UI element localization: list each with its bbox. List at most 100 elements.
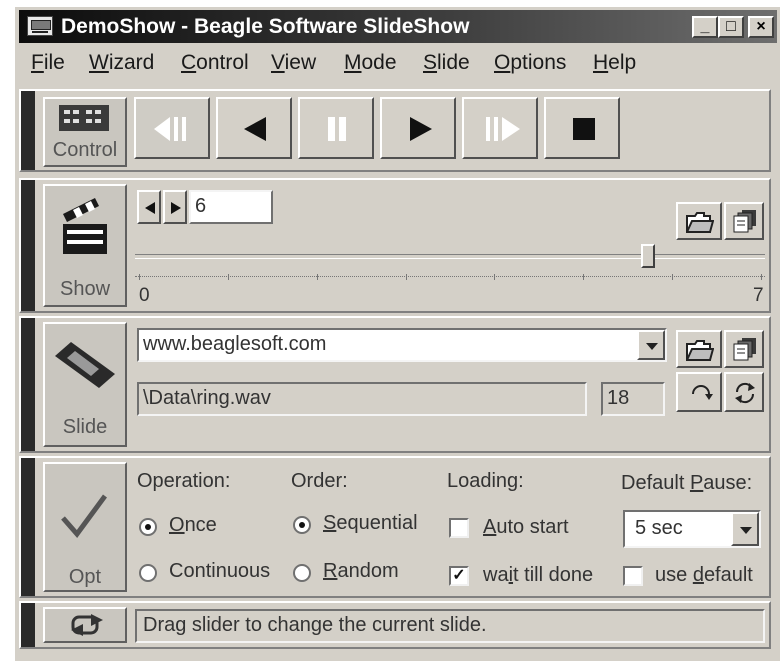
menu-control[interactable]: Control <box>181 51 249 75</box>
previous-button[interactable] <box>216 97 292 159</box>
play-button[interactable] <box>380 97 456 159</box>
menu-options-accel: O <box>494 51 511 74</box>
auto-start-rest: uto start <box>496 516 569 538</box>
first-slide-icon <box>154 117 186 141</box>
menu-wizard[interactable]: Wizard <box>89 51 154 75</box>
order-sequential-label: Sequential <box>323 512 418 535</box>
menu-file-label: ile <box>43 51 65 74</box>
control-label: Control <box>52 139 118 161</box>
slider-tick <box>317 274 318 280</box>
folder-open-icon <box>686 212 714 233</box>
order-sequential-accel: S <box>323 512 337 534</box>
status-panel: Drag slider to change the current slide. <box>19 601 771 649</box>
minimize-button[interactable]: _ <box>692 16 718 38</box>
slider-thumb[interactable] <box>641 244 655 268</box>
sound-file-field[interactable]: \Data\ring.wav <box>137 382 587 416</box>
show-open-button[interactable] <box>676 202 722 240</box>
clapperboard-icon <box>63 198 107 254</box>
menu-help[interactable]: Help <box>593 51 636 75</box>
last-slide-button[interactable] <box>462 97 538 159</box>
auto-start-box[interactable] <box>449 518 469 538</box>
operation-heading: Operation: <box>137 470 231 492</box>
operation-continuous-indicator[interactable] <box>139 564 157 582</box>
previous-icon <box>244 117 266 141</box>
status-panel-grip[interactable] <box>21 603 35 647</box>
rotate-button[interactable] <box>676 372 722 412</box>
slide-toggle-button[interactable]: Slide <box>43 322 127 447</box>
operation-once-rest: nce <box>184 514 217 536</box>
auto-start-checkbox[interactable]: Auto start <box>447 516 597 542</box>
show-toggle-button[interactable]: Show <box>43 184 127 307</box>
menu-options[interactable]: Options <box>494 51 566 75</box>
menu-control-accel: C <box>181 51 197 74</box>
control-panel-icon <box>59 105 109 131</box>
chevron-down-icon <box>740 527 752 534</box>
wait-till-done-box[interactable]: ✓ <box>449 566 469 586</box>
slider-ticks <box>135 274 765 280</box>
slider-tick <box>406 274 407 280</box>
use-default-checkbox[interactable]: use default <box>621 564 767 590</box>
slide-slides-button[interactable] <box>724 330 764 368</box>
slide-open-button[interactable] <box>676 330 722 368</box>
menu-file[interactable]: File <box>31 51 65 75</box>
slide-panel-grip[interactable] <box>21 318 35 451</box>
first-slide-button[interactable] <box>134 97 210 159</box>
slider-min-label: 0 <box>139 285 150 306</box>
refresh-button[interactable] <box>724 372 764 412</box>
default-pause-dropdown-button[interactable] <box>731 512 759 546</box>
operation-continuous-radio[interactable]: Continuous <box>137 560 297 586</box>
title-bar[interactable]: DemoShow - Beagle Software SlideShow _ □… <box>19 10 777 43</box>
folder-open-icon <box>686 340 714 361</box>
slide-number-field[interactable]: 6 <box>189 190 273 224</box>
menu-slide[interactable]: Slide <box>423 51 470 75</box>
slides-stack-icon <box>733 338 756 361</box>
show-slides-button[interactable] <box>724 202 764 240</box>
operation-once-indicator[interactable] <box>139 518 157 536</box>
slide-slider[interactable] <box>135 244 765 268</box>
slider-tick <box>761 274 762 280</box>
order-random-radio[interactable]: Random <box>291 560 421 586</box>
menu-mode[interactable]: Mode <box>344 51 397 75</box>
slide-duration-field[interactable]: 18 <box>601 382 665 416</box>
control-panel: Control <box>19 89 771 172</box>
wait-till-done-checkbox[interactable]: ✓ wait till done <box>447 564 619 590</box>
control-toggle-button[interactable]: Control <box>43 97 127 167</box>
menu-options-label: ptions <box>510 51 567 74</box>
order-sequential-radio[interactable]: Sequential <box>291 512 451 538</box>
status-message: Drag slider to change the current slide. <box>135 609 765 643</box>
slider-tick <box>494 274 495 280</box>
close-button[interactable]: × <box>748 16 774 38</box>
use-default-box[interactable] <box>623 566 643 586</box>
wait-till-done-part2: t till done <box>513 564 594 586</box>
slide-decrement-button[interactable] <box>137 190 161 224</box>
default-pause-select[interactable]: 5 sec <box>623 510 761 548</box>
menu-view[interactable]: View <box>271 51 316 75</box>
control-panel-grip[interactable] <box>21 91 35 170</box>
slide-increment-button[interactable] <box>163 190 187 224</box>
slider-tick <box>228 274 229 280</box>
order-sequential-indicator[interactable] <box>293 516 311 534</box>
status-toggle-button[interactable] <box>43 607 127 643</box>
slide-url-combobox[interactable]: www.beaglesoft.com <box>137 328 667 362</box>
wait-till-done-label: wait till done <box>483 564 593 587</box>
maximize-button[interactable]: □ <box>718 16 744 38</box>
order-random-indicator[interactable] <box>293 564 311 582</box>
opt-panel-grip[interactable] <box>21 458 35 596</box>
play-icon <box>410 117 432 141</box>
operation-once-label: Once <box>169 514 217 537</box>
slide-url-dropdown-button[interactable] <box>637 330 665 360</box>
menu-help-accel: H <box>593 51 609 74</box>
opt-toggle-button[interactable]: Opt <box>43 462 127 592</box>
order-sequential-rest: equential <box>336 512 418 534</box>
operation-once-radio[interactable]: Once <box>137 514 247 540</box>
show-panel-grip[interactable] <box>21 180 35 311</box>
arrow-right-icon <box>171 202 181 214</box>
stop-button[interactable] <box>544 97 620 159</box>
app-icon[interactable] <box>27 16 53 36</box>
app-window: DemoShow - Beagle Software SlideShow _ □… <box>14 6 780 661</box>
show-label: Show <box>59 278 111 300</box>
order-random-label: Random <box>323 560 399 583</box>
pause-button[interactable] <box>298 97 374 159</box>
slides-stack-icon <box>733 210 756 233</box>
default-pause-part2: ause: <box>703 472 753 494</box>
